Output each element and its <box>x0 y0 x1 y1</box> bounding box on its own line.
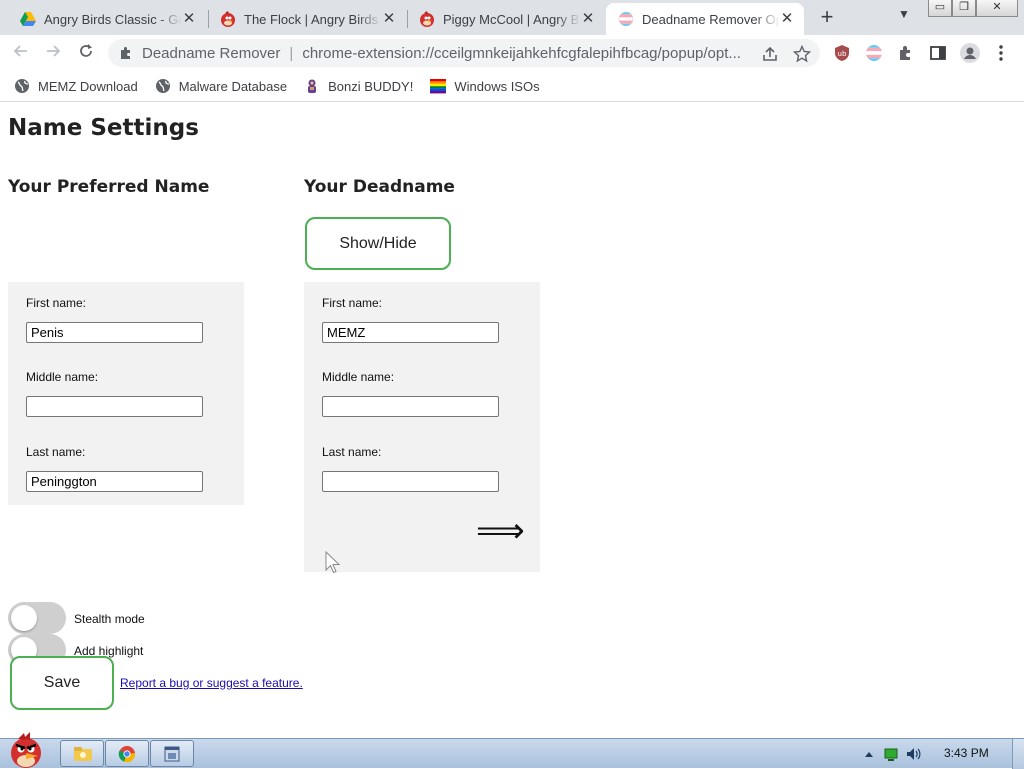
preferred-first-name-label: First name: <box>26 296 87 310</box>
windows-taskbar: 3:43 PM <box>0 732 1024 769</box>
back-button[interactable] <box>8 40 34 66</box>
deadname-last-name-input[interactable] <box>322 471 499 492</box>
trans-flag-icon <box>618 11 634 27</box>
application-window-icon <box>164 746 180 762</box>
bookmarks-bar: MEMZ Download Malware Database Bonzi BUD… <box>0 71 1024 102</box>
angry-bird-icon <box>221 11 235 27</box>
tab-title: Piggy McCool | Angry B <box>443 11 580 27</box>
tab-deadname-remover[interactable]: Deadname Remover Opt ✕ <box>606 3 804 35</box>
forward-button[interactable] <box>40 40 66 66</box>
right-arrow-icon[interactable]: ⟹ <box>476 514 525 548</box>
mouse-cursor-icon <box>325 551 341 574</box>
chrome-icon <box>118 746 136 763</box>
reload-icon <box>80 44 92 57</box>
bookmark-bonzi-buddy[interactable]: Bonzi BUDDY! <box>304 78 413 94</box>
globe-icon <box>155 79 170 93</box>
ublock-icon[interactable]: ub <box>833 44 851 62</box>
new-tab-button[interactable]: + <box>814 6 840 30</box>
report-bug-link[interactable]: Report a bug or suggest a feature. <box>120 676 303 690</box>
tab-the-flock[interactable]: The Flock | Angry Birds ✕ <box>208 3 406 35</box>
svg-text:ub: ub <box>838 50 847 58</box>
folder-icon <box>74 747 92 761</box>
deadname-heading: Your Deadname <box>304 177 455 197</box>
deadname-first-name-input[interactable] <box>322 322 499 343</box>
extensions-puzzle-icon[interactable] <box>897 44 915 62</box>
share-icon[interactable] <box>761 45 779 63</box>
minimize-button[interactable]: ▭ <box>928 0 952 17</box>
save-button[interactable]: Save <box>10 656 114 710</box>
tab-angry-birds-classic[interactable]: Angry Birds Classic - Go ✕ <box>8 3 206 35</box>
preferred-first-name-input[interactable] <box>26 322 203 343</box>
preferred-last-name-input[interactable] <box>26 471 203 492</box>
address-divider: | <box>289 44 294 62</box>
tab-title: The Flock | Angry Birds <box>244 11 379 27</box>
stealth-mode-toggle[interactable] <box>8 602 66 634</box>
tab-title: Angry Birds Classic - Go <box>44 11 182 27</box>
puzzle-piece-icon <box>121 47 130 59</box>
google-drive-icon <box>20 12 36 26</box>
network-icon[interactable] <box>883 746 899 762</box>
deadname-middle-name-input[interactable] <box>322 396 499 417</box>
rainbow-flag-icon <box>430 79 447 94</box>
forward-arrow-icon <box>47 45 61 57</box>
tab-close-icon[interactable]: ✕ <box>778 10 796 28</box>
side-panel-icon[interactable] <box>929 44 947 62</box>
bookmark-memz-download[interactable]: MEMZ Download <box>14 78 138 94</box>
globe-icon <box>15 79 29 93</box>
close-window-button[interactable]: ✕ <box>976 0 1018 17</box>
extension-name: Deadname Remover <box>142 44 281 62</box>
preferred-name-panel: First name: Middle name: Last name: <box>8 282 244 505</box>
show-desktop-button[interactable] <box>1012 739 1024 769</box>
deadname-last-name-label: Last name: <box>322 445 382 459</box>
preferred-last-name-label: Last name: <box>26 445 86 459</box>
profile-avatar-icon[interactable] <box>960 43 980 63</box>
bonzi-icon <box>308 79 317 93</box>
deadname-middle-name-label: Middle name: <box>322 370 395 384</box>
show-hidden-icons-chevron-icon[interactable] <box>861 746 877 762</box>
bookmark-label: Bonzi BUDDY! <box>328 78 414 94</box>
taskbar-chrome-button[interactable] <box>105 740 149 767</box>
menu-kebab-icon[interactable] <box>994 44 1008 62</box>
tab-strip: Angry Birds Classic - Go ✕ The Flock | A… <box>0 0 1024 35</box>
show-hide-button[interactable]: Show/Hide <box>305 217 451 270</box>
deadname-first-name-label: First name: <box>322 296 383 310</box>
preferred-middle-name-label: Middle name: <box>26 370 99 384</box>
start-button-angry-bird-icon[interactable] <box>2 731 50 769</box>
preferred-middle-name-input[interactable] <box>26 396 203 417</box>
taskbar-explorer-button[interactable] <box>60 740 104 767</box>
trans-flag-extension-icon[interactable] <box>865 44 883 62</box>
angry-bird-icon <box>420 11 434 27</box>
deadname-panel: First name: Middle name: Last name: ⟹ <box>304 282 540 572</box>
address-bar[interactable]: Deadname Remover | chrome-extension://cc… <box>108 39 820 67</box>
tab-close-icon[interactable]: ✕ <box>579 10 597 28</box>
options-page: Name Settings Your Preferred Name Your D… <box>0 102 1024 738</box>
tab-search-chevron-icon[interactable]: ▼ <box>893 7 915 27</box>
toggle-knob <box>11 605 37 631</box>
page-title: Name Settings <box>8 115 199 141</box>
stealth-mode-label: Stealth mode <box>74 612 145 626</box>
url-text[interactable]: chrome-extension://cceilgmnkeijahkehfcgf… <box>302 45 762 62</box>
back-arrow-icon <box>13 45 27 57</box>
taskbar-clock[interactable]: 3:43 PM <box>944 746 989 760</box>
bookmark-malware-database[interactable]: Malware Database <box>155 78 287 94</box>
tab-piggy-mccool[interactable]: Piggy McCool | Angry B ✕ <box>407 3 605 35</box>
preferred-name-heading: Your Preferred Name <box>8 177 210 197</box>
bookmark-star-icon[interactable] <box>793 45 811 63</box>
tab-close-icon[interactable]: ✕ <box>180 10 198 28</box>
bookmark-label: Windows ISOs <box>454 78 540 94</box>
browser-toolbar: Deadname Remover | chrome-extension://cc… <box>0 35 1024 71</box>
taskbar-app-button[interactable] <box>150 740 194 767</box>
reload-button[interactable] <box>73 40 99 66</box>
bookmark-label: MEMZ Download <box>38 78 138 94</box>
volume-icon[interactable] <box>905 746 921 762</box>
bookmark-windows-isos[interactable]: Windows ISOs <box>430 78 540 94</box>
bookmark-label: Malware Database <box>178 78 288 94</box>
tab-title: Deadname Remover Opt <box>642 11 780 27</box>
tab-close-icon[interactable]: ✕ <box>380 10 398 28</box>
restore-button[interactable]: ❐ <box>952 0 976 17</box>
